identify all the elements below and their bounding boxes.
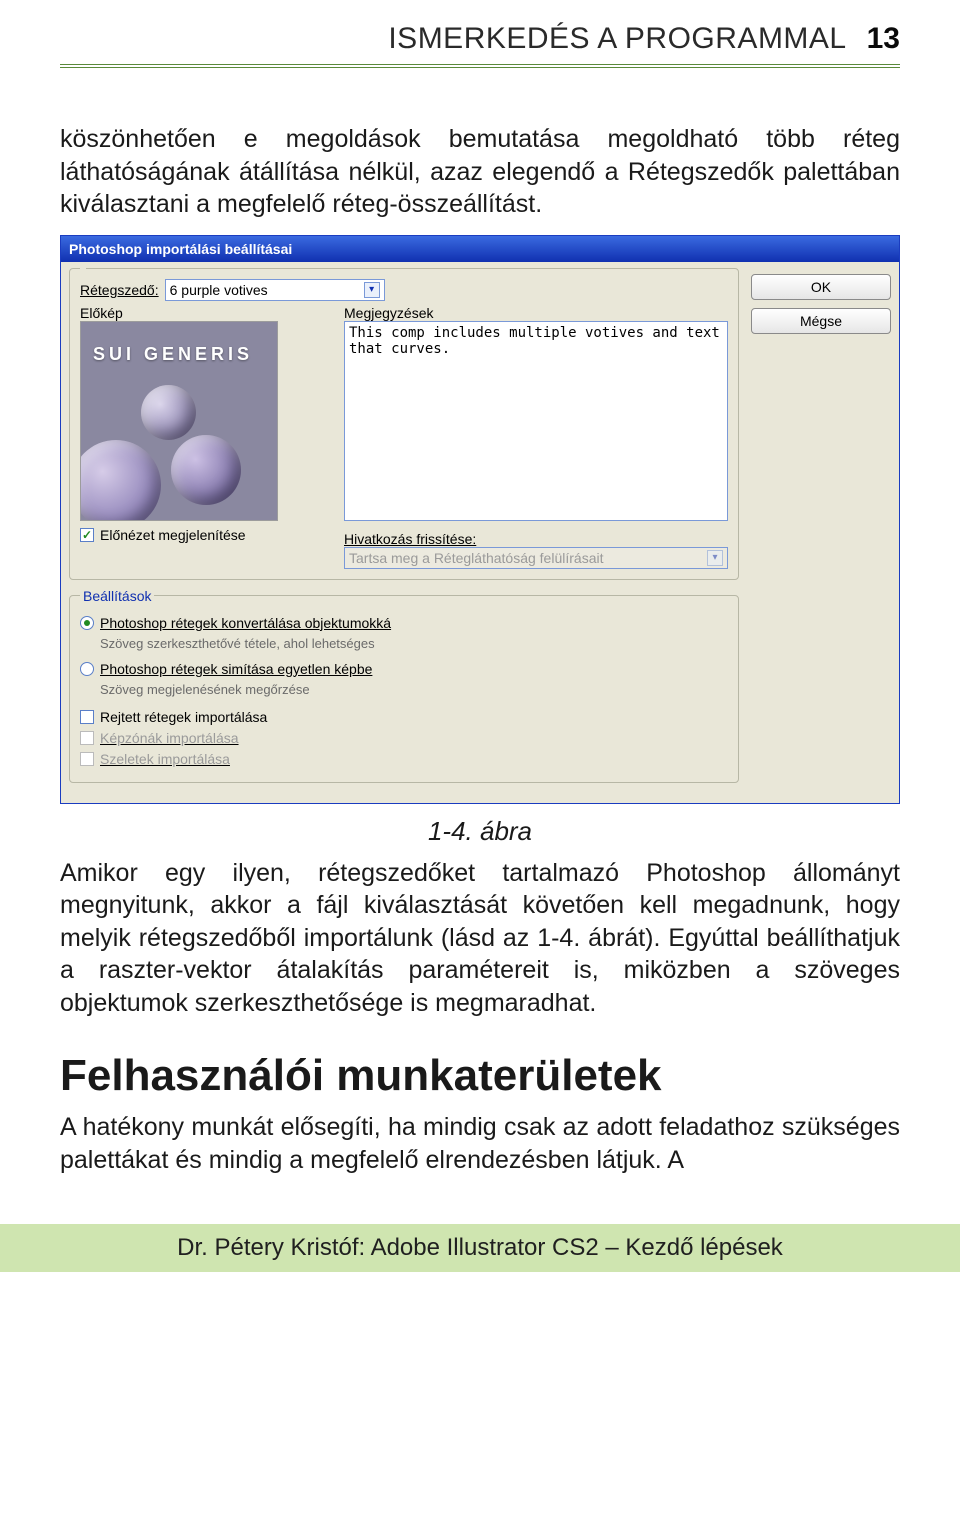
layercomp-label: Rétegszedő: [80,282,159,298]
link-update-value: Tartsa meg a Rétegláthatóság felülírásai… [349,550,603,566]
flatten-layers-label: Photoshop rétegek simítása egyetlen képb… [100,661,372,677]
page-footer: Dr. Pétery Kristóf: Adobe Illustrator CS… [0,1224,960,1272]
chevron-down-icon: ▾ [364,282,380,298]
layercomp-select[interactable]: 6 purple votives ▾ [165,279,385,301]
running-title: ISMERKEDÉS A PROGRAMMAL [388,22,846,56]
photoshop-import-dialog: Photoshop importálási beállításai Rétegs… [60,235,900,804]
show-preview-label: Előnézet megjelenítése [100,527,246,543]
import-hidden-label: Rejtett rétegek importálása [100,709,267,725]
import-imagemaps-checkbox [80,731,94,745]
preview-swirl-icon [141,385,196,440]
preview-swirl-icon [80,440,161,521]
preview-overlay-text: SUI GENERIS [93,344,253,365]
notes-label: Megjegyzések [344,305,728,321]
import-imagemaps-label: Képzónák importálása [100,730,239,746]
header-rule [60,64,900,68]
intro-paragraph: köszönhetően e megoldások bemutatása meg… [60,123,900,221]
chevron-down-icon: ▾ [707,550,723,566]
import-slices-checkbox [80,752,94,766]
convert-layers-label: Photoshop rétegek konvertálása objektumo… [100,615,391,631]
settings-legend: Beállítások [80,588,154,604]
notes-textarea[interactable] [344,321,728,521]
ok-button[interactable]: OK [751,274,891,300]
preview-thumbnail: SUI GENERIS [80,321,278,521]
dialog-titlebar: Photoshop importálási beállításai [61,236,899,262]
preview-swirl-icon [171,435,241,505]
import-hidden-checkbox[interactable] [80,710,94,724]
flatten-layers-radio[interactable] [80,662,94,676]
link-update-label: Hivatkozás frissítése: [344,531,728,547]
import-slices-label: Szeletek importálása [100,751,230,767]
figure-caption: 1-4. ábra [60,816,900,847]
figure-paragraph: Amikor egy ilyen, rétegszedőket tartalma… [60,857,900,1020]
preview-label: Előkép [80,305,330,321]
footer-text: Dr. Pétery Kristóf: Adobe Illustrator CS… [177,1234,783,1261]
section-heading: Felhasználói munkaterületek [60,1051,900,1101]
page-number: 13 [867,22,900,56]
link-update-select: Tartsa meg a Rétegláthatóság felülírásai… [344,547,728,569]
cancel-button[interactable]: Mégse [751,308,891,334]
layercomp-group: Rétegszedő: 6 purple votives ▾ Előkép SU… [69,268,739,580]
convert-layers-note: Szöveg szerkeszthetővé tétele, ahol lehe… [100,636,728,651]
section-paragraph: A hatékony munkát elősegíti, ha mindig c… [60,1111,900,1176]
layercomp-select-value: 6 purple votives [170,282,268,298]
settings-group: Beállítások Photoshop rétegek konvertálá… [69,588,739,783]
show-preview-checkbox[interactable] [80,528,94,542]
convert-layers-radio[interactable] [80,616,94,630]
flatten-layers-note: Szöveg megjelenésének megőrzése [100,682,728,697]
